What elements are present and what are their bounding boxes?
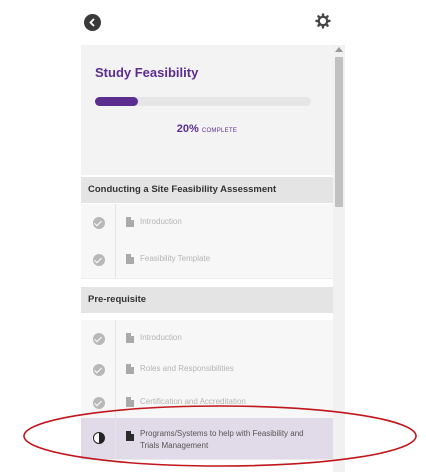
item-label: Feasibility Template	[140, 254, 211, 263]
course-outline-panel: Study Feasibility 20% COMPLETE Conducting…	[81, 45, 345, 472]
check-icon	[93, 333, 105, 345]
item-divider	[115, 204, 116, 241]
progress-bar-fill	[95, 97, 139, 106]
item-label: Introduction	[140, 333, 182, 342]
back-button[interactable]	[84, 14, 101, 31]
course-title: Study Feasibility	[95, 65, 199, 80]
item-divider	[115, 418, 116, 459]
item-label: Introduction	[140, 217, 182, 226]
document-icon	[126, 333, 134, 343]
check-icon	[93, 364, 105, 376]
gear-icon[interactable]	[315, 13, 331, 29]
list-item[interactable]: Feasibility Template	[81, 241, 333, 279]
item-label: Roles and Responsibilities	[140, 364, 234, 373]
scrollbar[interactable]	[333, 45, 345, 472]
document-icon	[126, 254, 134, 264]
item-label: Programs/Systems to help with Feasibilit…	[140, 429, 304, 450]
list-item[interactable]: Introduction	[81, 204, 333, 242]
document-icon	[126, 217, 134, 227]
document-icon	[126, 431, 134, 441]
scrollbar-thumb[interactable]	[335, 57, 343, 207]
section-header-site-feasibility[interactable]: Conducting a Site Feasibility Assessment	[81, 177, 333, 203]
item-divider	[115, 351, 116, 388]
list-item[interactable]: Certification and Accreditation	[81, 384, 333, 422]
in-progress-icon	[93, 432, 105, 444]
scroll-up-arrow-icon[interactable]	[335, 47, 343, 52]
document-icon	[126, 364, 134, 374]
section-header-prerequisite[interactable]: Pre-requisite	[81, 287, 333, 313]
progress-label: 20% COMPLETE	[81, 119, 333, 137]
list-item-active[interactable]: Programs/Systems to help with Feasibilit…	[81, 418, 333, 460]
check-icon	[93, 217, 105, 229]
item-label: Certification and Accreditation	[140, 397, 246, 406]
document-icon	[126, 397, 134, 407]
item-divider	[115, 241, 116, 278]
check-icon	[93, 397, 105, 409]
progress-bar	[95, 97, 311, 106]
check-icon	[93, 254, 105, 266]
progress-percent: 20%	[176, 123, 199, 135]
progress-complete-word: COMPLETE	[201, 128, 238, 134]
back-arrow-icon	[89, 18, 95, 27]
progress-summary: Study Feasibility 20% COMPLETE	[81, 45, 333, 175]
item-divider	[115, 384, 116, 421]
